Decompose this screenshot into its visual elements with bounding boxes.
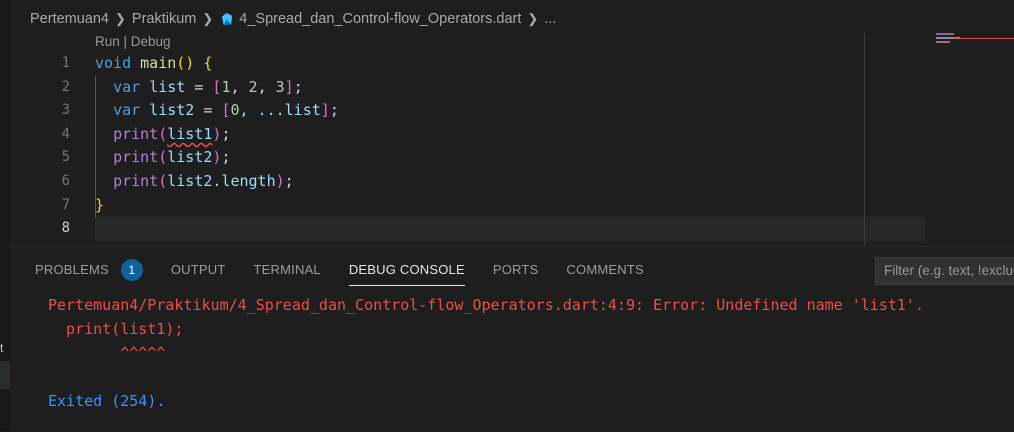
line-number: 4 [61, 125, 70, 142]
console-code-line: print(list1); [48, 320, 184, 338]
semicolon: ; [221, 124, 231, 143]
keyword: void [95, 54, 132, 72]
number: 3 [275, 77, 285, 96]
code-line-active[interactable] [95, 217, 339, 241]
chevron-right-icon: ❯ [115, 11, 126, 26]
line-number: 7 [61, 196, 70, 213]
tab-terminal[interactable]: TERMINAL [254, 259, 321, 281]
identifier: list [149, 77, 186, 96]
paren: () [176, 54, 195, 72]
code-line[interactable]: print(list1); [95, 123, 339, 147]
keyword: var [113, 77, 141, 96]
minimap[interactable] [934, 33, 1014, 47]
debug-console-output: Pertemuan4/Praktikum/4_Spread_dan_Contro… [48, 293, 924, 413]
error-identifier[interactable]: list1 [167, 125, 212, 143]
line-number: 5 [61, 149, 70, 166]
bottom-panel: PROBLEMS 1 OUTPUT TERMINAL DEBUG CONSOLE … [10, 246, 1014, 432]
identifier: list2 [167, 148, 213, 167]
tab-comments[interactable]: COMMENTS [566, 259, 643, 281]
line-number: 6 [61, 172, 70, 189]
tab-label: PROBLEMS [35, 262, 109, 277]
semicolon: ; [329, 101, 339, 120]
semicolon: ; [293, 77, 303, 96]
code-line[interactable]: var list = [1, 2, 3]; [95, 76, 339, 100]
line-number-active: 8 [61, 220, 70, 237]
function-call: print [113, 124, 159, 143]
spread-expression: , ...list [239, 101, 321, 120]
paren: ( [158, 124, 168, 143]
number: 2 [248, 77, 258, 96]
tab-ports[interactable]: PORTS [493, 259, 539, 281]
breadcrumb-item-praktikum[interactable]: Praktikum [132, 11, 196, 27]
truncated-label: t [0, 341, 4, 355]
code-line[interactable]: } [95, 194, 339, 218]
comma: , [230, 77, 249, 96]
brace: } [95, 195, 105, 214]
brace: { [194, 54, 213, 72]
function-call: print [113, 148, 159, 167]
breadcrumb-item-pertemuan4[interactable]: Pertemuan4 [30, 11, 109, 27]
problems-count-badge: 1 [120, 259, 143, 281]
line-number-gutter: 1 2 3 4 5 6 7 8 [10, 52, 70, 241]
codelens-run-debug[interactable]: Run | Debug [95, 34, 171, 49]
comma: , [257, 77, 276, 96]
operator: = [185, 77, 213, 96]
semicolon: ; [284, 171, 294, 190]
operator: = [194, 101, 222, 120]
keyword: var [113, 101, 141, 120]
chevron-right-icon: ❯ [527, 11, 539, 26]
panel-tabs: PROBLEMS 1 OUTPUT TERMINAL DEBUG CONSOLE … [35, 259, 672, 286]
semicolon: ; [221, 148, 231, 167]
minimap-line [936, 41, 950, 43]
code-line[interactable]: void main() { [95, 52, 339, 76]
console-exit-line: Exited (254). [48, 392, 166, 410]
paren: ( [158, 171, 168, 190]
activity-strip: t [0, 0, 10, 431]
code-line[interactable]: var list2 = [0, ...list]; [95, 99, 339, 123]
tab-problems[interactable]: PROBLEMS 1 [35, 259, 143, 281]
breadcrumb-item-file[interactable]: 4_Spread_dan_Control-flow_Operators.dart [239, 11, 521, 27]
code-content[interactable]: void main() { var list = [1, 2, 3]; var … [95, 52, 339, 241]
identifier: list2 [149, 101, 195, 120]
dart-icon [222, 12, 233, 25]
identifier: list2.length [167, 171, 276, 190]
code-line[interactable]: print(list2.length); [95, 170, 339, 194]
minimap-error-marker [954, 38, 1014, 39]
number: 0 [230, 101, 240, 120]
line-number: 1 [61, 55, 70, 71]
filter-input[interactable]: Filter (e.g. text, !exclude) [875, 257, 1014, 285]
minimap-line [936, 33, 954, 35]
chevron-right-icon: ❯ [202, 11, 214, 26]
tab-debug-console[interactable]: DEBUG CONSOLE [348, 259, 465, 286]
line-number: 2 [61, 78, 70, 95]
code-line[interactable]: print(list2); [95, 146, 339, 170]
bracket: ] [320, 101, 330, 120]
console-caret-line: ^^^^^ [48, 344, 166, 362]
paren: ( [158, 148, 168, 167]
tab-output[interactable]: OUTPUT [171, 259, 226, 281]
line-number: 3 [61, 102, 70, 119]
breadcrumb: Pertemuan4 ❯ Praktikum ❯ 4_Spread_dan_Co… [30, 8, 556, 30]
bracket: ] [284, 77, 294, 96]
breadcrumb-item-more[interactable]: ... [544, 11, 556, 27]
console-error-line: Pertemuan4/Praktikum/4_Spread_dan_Contro… [48, 296, 924, 314]
selected-item[interactable] [0, 361, 10, 389]
editor-ruler [864, 33, 865, 245]
function-name: main [140, 54, 177, 72]
function-call: print [113, 171, 159, 190]
paren: ) [275, 171, 285, 190]
